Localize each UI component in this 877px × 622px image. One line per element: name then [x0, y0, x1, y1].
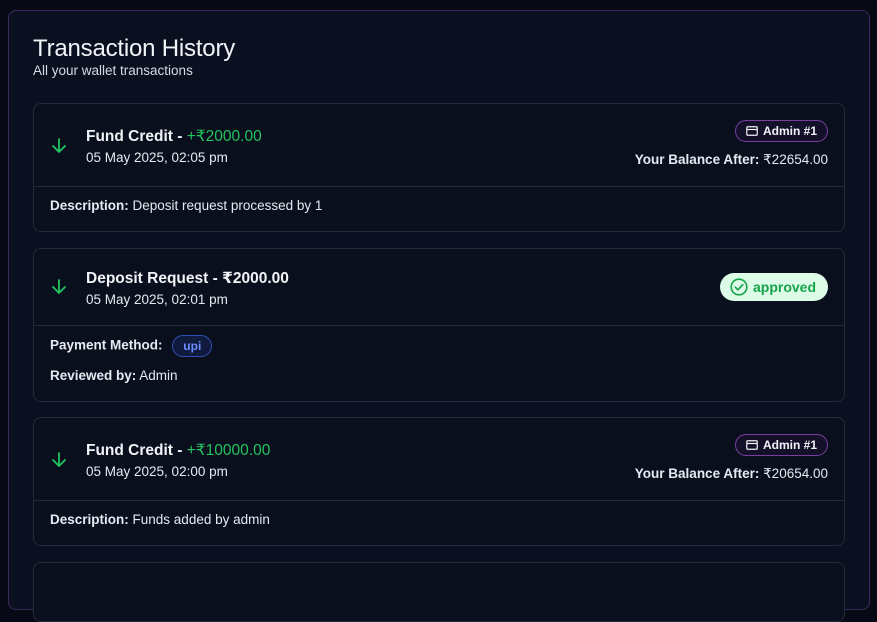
- transaction-header: Deposit Request - ₹2000.00 05 May 2025, …: [34, 249, 844, 326]
- transaction-title: Fund Credit - +₹10000.00: [86, 441, 270, 460]
- admin-badge: Admin #1: [734, 120, 828, 142]
- transaction-header: Fund Credit - +₹10000.00 05 May 2025, 02…: [34, 418, 844, 501]
- card-icon: [746, 440, 758, 450]
- balance-after-value: ₹20654.00: [763, 466, 828, 481]
- page-title: Transaction History: [33, 35, 236, 62]
- transaction-card: Deposit Request - ₹2000.00 05 May 2025, …: [33, 248, 845, 402]
- arrow-down-icon: [52, 279, 66, 294]
- payment-method-label: Payment Method:: [50, 337, 163, 353]
- transaction-date: 05 May 2025, 02:05 pm: [86, 150, 228, 165]
- reviewed-by-value: Admin: [139, 368, 178, 383]
- admin-badge-label: Admin #1: [762, 438, 817, 452]
- description-label: Description:: [50, 512, 129, 527]
- transaction-amount: +₹2000.00: [186, 128, 262, 145]
- balance-after-label: Your Balance After:: [634, 152, 760, 167]
- admin-badge-label: Admin #1: [762, 124, 817, 138]
- payment-method-badge: upi: [172, 335, 213, 357]
- payment-method-row: Payment Method: upi: [50, 335, 213, 357]
- balance-after-value: ₹22654.00: [763, 152, 828, 167]
- status-badge-label: approved: [752, 279, 816, 295]
- transaction-history-panel: Transaction History All your wallet tran…: [8, 10, 870, 622]
- balance-after-label: Your Balance After:: [634, 466, 760, 481]
- arrow-down-icon: [52, 138, 66, 153]
- transaction-title: Deposit Request - ₹2000.00: [86, 270, 289, 287]
- transaction-type: Fund Credit -: [86, 442, 187, 459]
- description-label: Description:: [50, 198, 129, 213]
- reviewed-by-row: Reviewed by: Admin: [50, 368, 178, 383]
- transaction-type: Fund Credit -: [86, 128, 187, 145]
- transaction-card: Fund Credit - +₹10000.00 05 May 2025, 02…: [33, 417, 845, 546]
- transaction-date: 05 May 2025, 02:00 pm: [86, 464, 228, 479]
- balance-after: Your Balance After: ₹22654.00: [635, 152, 828, 168]
- reviewed-by-label: Reviewed by:: [50, 368, 137, 383]
- status-badge: approved: [719, 273, 828, 301]
- balance-after: Your Balance After: ₹20654.00: [635, 466, 828, 482]
- transaction-date: 05 May 2025, 02:01 pm: [86, 292, 228, 307]
- description-row: Description: Deposit request processed b…: [50, 198, 322, 213]
- arrow-down-icon: [52, 452, 66, 467]
- transaction-amount: +₹10000.00: [186, 442, 271, 459]
- description-value: Funds added by admin: [132, 512, 270, 527]
- page-subtitle: All your wallet transactions: [33, 63, 193, 78]
- description-row: Description: Funds added by admin: [50, 512, 270, 527]
- transaction-header: Fund Credit - +₹2000.00 05 May 2025, 02:…: [34, 104, 844, 187]
- transaction-title: Fund Credit - +₹2000.00: [86, 127, 262, 146]
- description-value: Deposit request processed by 1: [132, 198, 323, 213]
- check-circle-icon: [730, 278, 748, 296]
- admin-badge: Admin #1: [734, 434, 828, 456]
- transaction-card: Fund Credit - +₹2000.00 05 May 2025, 02:…: [33, 103, 845, 232]
- card-icon: [746, 126, 758, 136]
- transaction-card: [33, 562, 845, 622]
